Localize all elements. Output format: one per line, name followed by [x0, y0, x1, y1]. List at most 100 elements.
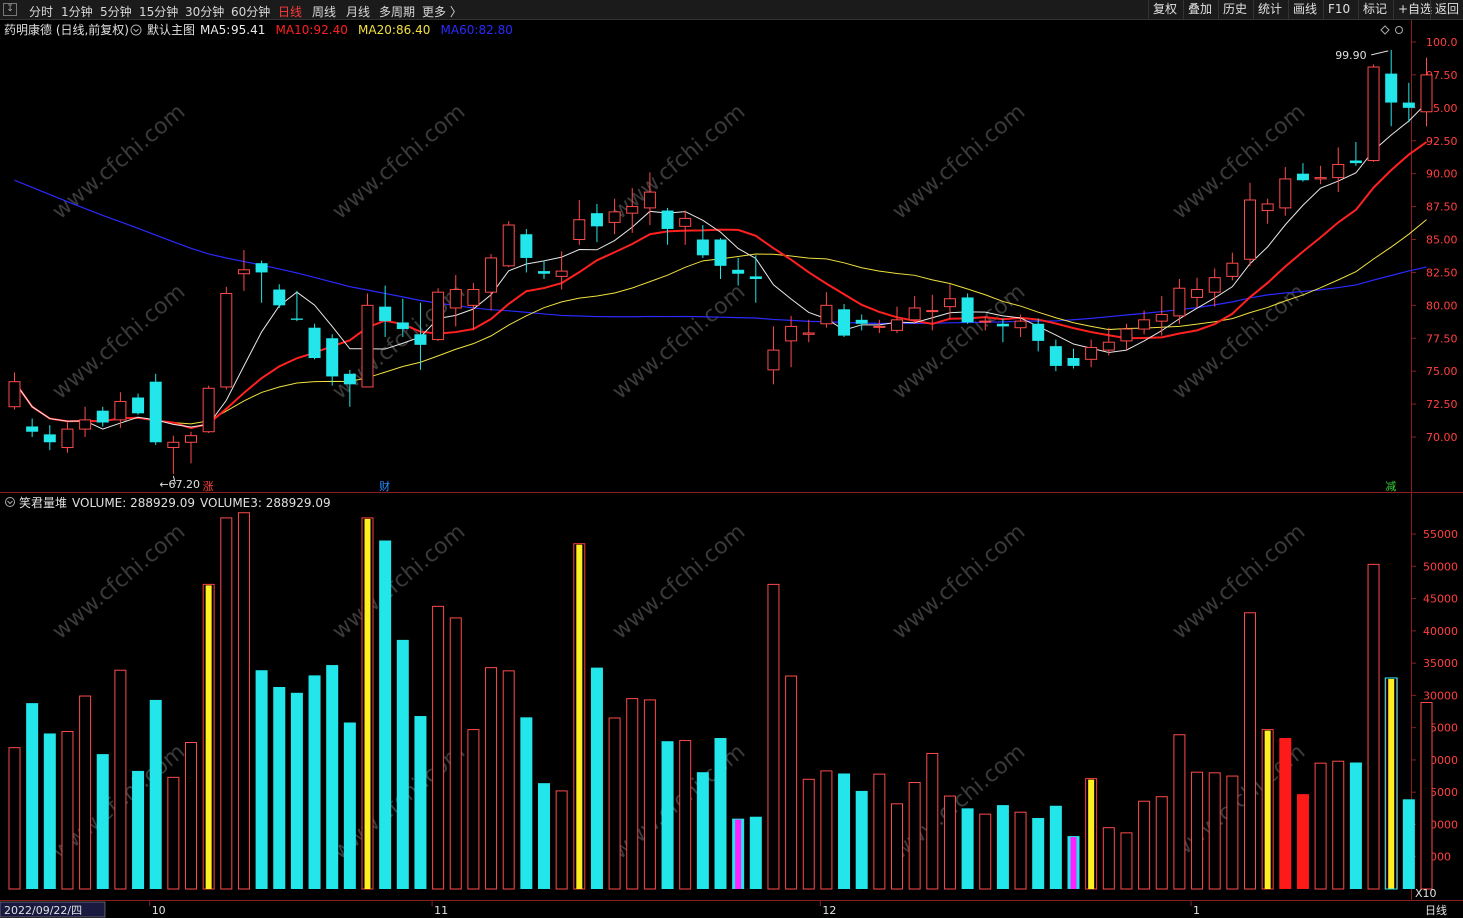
overlay-button[interactable]: 叠加 — [1183, 0, 1216, 20]
mark-button[interactable]: 标记 — [1358, 0, 1391, 20]
candle-body-down — [414, 334, 427, 345]
volume-bar-up — [432, 605, 445, 890]
history-button[interactable]: 历史 — [1218, 0, 1251, 20]
tf-1min[interactable]: 1分钟 — [61, 3, 93, 20]
volume-bar-up — [873, 773, 886, 890]
tf-60min[interactable]: 60分钟 — [231, 3, 270, 20]
candle-body-up — [555, 270, 568, 277]
volume-bar-up — [449, 617, 462, 890]
tf-multi-period[interactable]: 多周期 — [379, 3, 415, 20]
candle-body-up — [202, 387, 215, 433]
price-tick-label: 100.0 — [1426, 36, 1458, 49]
chart-area[interactable]: www.cfchi.com www.cfchi.com www.cfchi.com w… — [0, 20, 1463, 918]
date-axis: 10 11 12 1 — [149, 901, 1200, 917]
volume-bar-up — [1314, 762, 1327, 890]
volume-bar-up — [467, 729, 480, 890]
tf-intraday[interactable]: 分时 — [29, 3, 53, 20]
volume-bar-up — [1367, 563, 1380, 890]
candle-body-up — [114, 400, 127, 421]
volume-bar-strong — [1279, 737, 1292, 889]
candle-body-up — [1173, 287, 1186, 317]
candle-body-down — [520, 234, 533, 258]
volume-bar-down — [838, 773, 851, 889]
volume-bar-down — [149, 699, 162, 889]
volume-bar-up — [643, 699, 656, 890]
volume-bar-down — [1032, 818, 1045, 889]
ma-label-2: MA20: — [358, 23, 396, 37]
tf-5min[interactable]: 5分钟 — [100, 3, 132, 20]
candle-body-up — [979, 320, 992, 323]
candle-body-down — [1032, 323, 1045, 341]
tf-daily[interactable]: 日线 — [278, 3, 302, 20]
volume-bar-up — [767, 583, 780, 890]
candle-body-down — [273, 289, 286, 306]
candle-body-down — [96, 410, 109, 423]
volume-bar-up — [1208, 772, 1221, 890]
candle-body-up — [1191, 289, 1204, 298]
candle-body-down — [714, 239, 727, 266]
volume-bars — [8, 512, 1433, 890]
watermark: www.cfchi.com www.cfchi.com www.cfchi.com w… — [48, 99, 1310, 864]
f10-button[interactable]: F10 — [1323, 0, 1354, 20]
ma-value-2: 86.40 — [396, 23, 430, 37]
volume-bar-up — [1244, 612, 1256, 890]
volume-bar-down — [1402, 799, 1415, 889]
watermark-text: www.cfchi.com — [48, 99, 190, 224]
volume-bar-up — [1120, 832, 1133, 890]
candle-body-up — [220, 292, 233, 388]
draw-line-button[interactable]: 画线 — [1288, 0, 1321, 20]
candle-body-down — [732, 269, 745, 274]
volume-bar-up — [237, 512, 250, 890]
tf-30min[interactable]: 30分钟 — [185, 3, 224, 20]
candle-body-up — [1014, 320, 1027, 329]
candle-body-up — [802, 332, 815, 335]
volume-bar-up — [185, 741, 197, 890]
main-indicator-name: 默认主图 — [147, 22, 195, 37]
candle-body-up — [449, 289, 462, 309]
candle-body-up — [1120, 328, 1133, 342]
tf-15min[interactable]: 15分钟 — [139, 3, 178, 20]
circle-icon[interactable] — [1395, 26, 1403, 34]
watermark-text: www.cfchi.com — [1168, 519, 1310, 644]
volume-axis: 5500050000450004000035000300002500020000… — [1411, 528, 1458, 864]
candle-body-down — [1067, 358, 1080, 366]
tf-weekly[interactable]: 周线 — [312, 3, 336, 20]
volume-bar-key-fill — [1388, 678, 1395, 889]
watermark-text: www.cfchi.com — [328, 519, 470, 644]
volume-bar-up — [1173, 734, 1186, 890]
candle-body-up — [61, 428, 74, 449]
month-label: 1 — [1193, 904, 1200, 917]
diamond-icon[interactable] — [1380, 25, 1390, 35]
watermark-text: www.cfchi.com — [888, 519, 1030, 644]
statistics-button[interactable]: 统计 — [1253, 0, 1286, 20]
volume-bar-key-fill — [576, 544, 583, 889]
volume-bar-down — [996, 805, 1009, 889]
volume-bar-down — [308, 675, 321, 889]
volume-bar-up — [1138, 800, 1151, 890]
restore-rights-button[interactable]: 复权 — [1148, 0, 1181, 20]
month-label: 11 — [434, 904, 448, 917]
candle-body-down — [26, 426, 39, 432]
volume-bar-down — [749, 816, 762, 889]
tf-monthly[interactable]: 月线 — [346, 3, 370, 20]
candle-body-up — [785, 325, 798, 342]
candle-body-up — [679, 217, 692, 227]
window-menu-icon[interactable]: ↧ — [3, 3, 17, 16]
watermark-text: www.cfchi.com — [48, 519, 190, 644]
volume-bar-up — [608, 717, 621, 890]
volume3-value: VOLUME3: 288929.09 — [200, 496, 331, 510]
back-button[interactable]: 返回 — [1430, 0, 1463, 20]
indicator-switch-icon[interactable] — [130, 24, 142, 36]
volume-bar-up — [943, 795, 956, 890]
volume-bar-up — [502, 670, 515, 890]
volume-tick-label: 50000 — [1423, 560, 1458, 573]
candle-body-up — [185, 435, 197, 443]
candle-body-down — [855, 319, 868, 324]
volume-bar-down — [1349, 762, 1362, 889]
candle-body-down — [538, 271, 550, 274]
tf-more[interactable]: 更多 〉 — [422, 3, 462, 20]
volume-bar-up — [167, 776, 180, 890]
volume-indicator-switch-icon[interactable] — [5, 497, 15, 507]
candle-body-up — [608, 211, 621, 223]
volume-bar-down — [273, 686, 286, 889]
